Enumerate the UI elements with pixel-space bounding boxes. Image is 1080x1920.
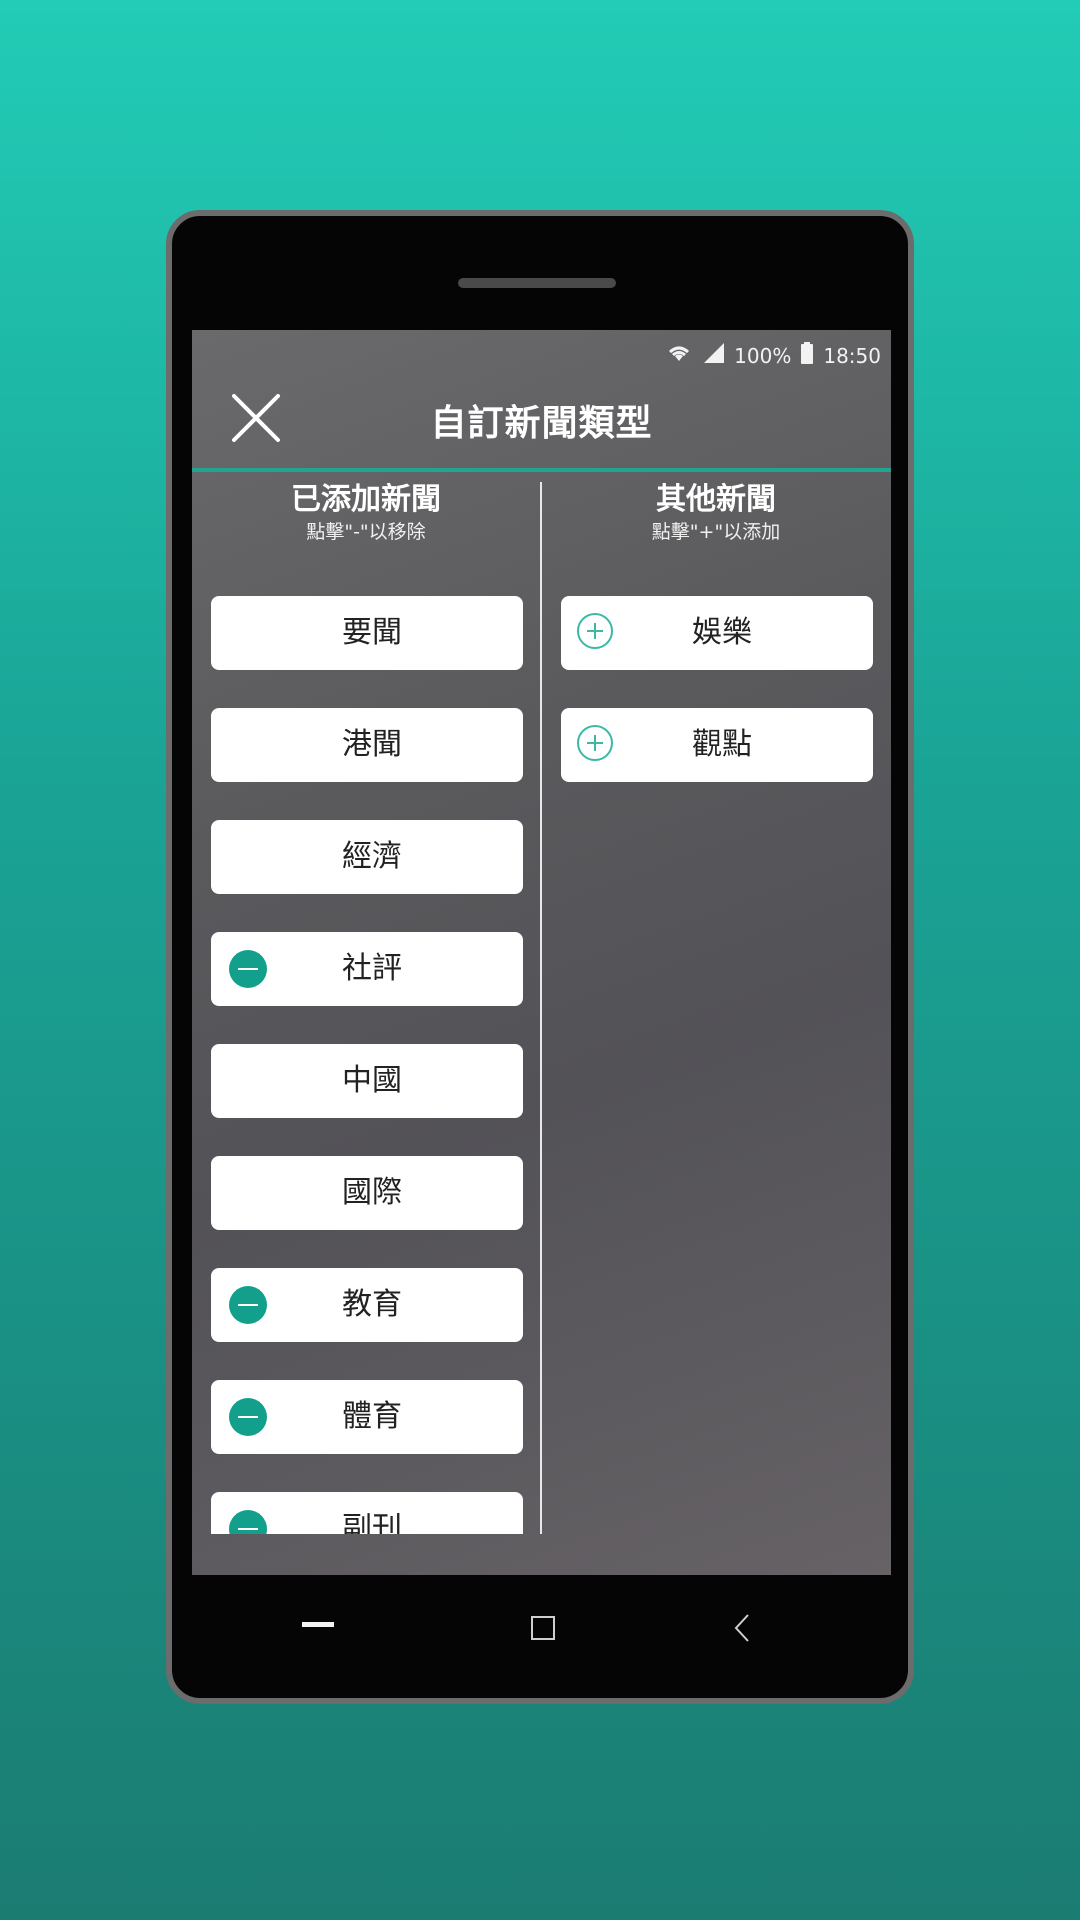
added-item-sheping[interactable]: 社評 xyxy=(211,932,523,1006)
added-news-list: 要聞 港聞 經濟 社評 中國 國際 教育 體育 副刊 xyxy=(211,596,523,1534)
column-divider xyxy=(540,482,542,1534)
added-news-heading: 已添加新聞 xyxy=(291,482,441,517)
added-item-fukan[interactable]: 副刊 xyxy=(211,1492,523,1534)
recents-icon xyxy=(302,1622,334,1627)
item-label: 副刊 xyxy=(342,1511,402,1534)
item-label: 經濟 xyxy=(342,839,402,874)
item-label: 社評 xyxy=(342,951,402,986)
item-label: 體育 xyxy=(342,1399,402,1434)
added-news-header: 已添加新聞 點擊"-"以移除 xyxy=(206,480,526,544)
other-news-list: 娛樂 觀點 xyxy=(561,596,873,1534)
signal-icon xyxy=(702,343,725,368)
recents-button[interactable] xyxy=(302,1615,334,1634)
other-item-yule[interactable]: 娛樂 xyxy=(561,596,873,670)
added-item-gangwen[interactable]: 港聞 xyxy=(211,708,523,782)
item-label: 港聞 xyxy=(342,727,402,762)
item-label: 觀點 xyxy=(692,727,752,762)
battery-icon xyxy=(801,342,814,369)
added-news-hint: 點擊"-"以移除 xyxy=(306,521,426,543)
item-label: 要聞 xyxy=(342,615,402,650)
page-title: 自訂新聞類型 xyxy=(430,403,653,444)
item-label: 國際 xyxy=(342,1175,402,1210)
added-item-jingji[interactable]: 經濟 xyxy=(211,820,523,894)
clock: 18:50 xyxy=(823,343,881,368)
wifi-icon xyxy=(666,343,692,368)
other-item-guandian[interactable]: 觀點 xyxy=(561,708,873,782)
added-item-yaowen[interactable]: 要聞 xyxy=(211,596,523,670)
phone-speaker xyxy=(458,278,616,288)
added-item-guoji[interactable]: 國際 xyxy=(211,1156,523,1230)
app-screen: 100% 18:50 自訂新聞類型 已添加新聞 點擊"-"以移除 其他新聞 點擊… xyxy=(192,330,891,1575)
back-icon xyxy=(734,1614,749,1642)
battery-percent: 100% xyxy=(734,343,792,368)
app-bar: 自訂新聞類型 xyxy=(192,372,891,472)
navigation-bar xyxy=(192,1575,891,1685)
back-button[interactable] xyxy=(732,1613,752,1647)
home-icon xyxy=(531,1616,555,1640)
added-item-jiaoyu[interactable]: 教育 xyxy=(211,1268,523,1342)
item-label: 娛樂 xyxy=(692,615,752,650)
added-item-tiyu[interactable]: 體育 xyxy=(211,1380,523,1454)
other-news-hint: 點擊"+"以添加 xyxy=(651,521,781,543)
added-item-zhongguo[interactable]: 中國 xyxy=(211,1044,523,1118)
home-button[interactable] xyxy=(530,1615,556,1645)
item-label: 中國 xyxy=(342,1063,402,1098)
item-label: 教育 xyxy=(342,1287,402,1322)
status-bar: 100% 18:50 xyxy=(192,330,891,372)
other-news-heading: 其他新聞 xyxy=(656,482,776,517)
other-news-header: 其他新聞 點擊"+"以添加 xyxy=(556,480,876,544)
